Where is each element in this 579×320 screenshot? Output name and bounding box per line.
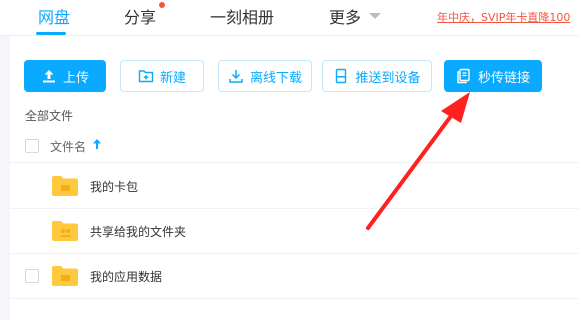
notification-dot (159, 2, 165, 8)
push-to-device-button[interactable]: 推送到设备 (322, 60, 432, 92)
promo-link[interactable]: 年中庆，SVIP年卡直降100 (437, 9, 570, 25)
card-folder-icon (52, 176, 78, 196)
upload-button[interactable]: 上传 (24, 60, 106, 92)
left-panel-edge (0, 36, 10, 320)
tab-moments-album[interactable]: 一刻相册 (210, 4, 274, 28)
tab-more[interactable]: 更多 (329, 4, 361, 28)
instant-link-button[interactable]: 秒传链接 (444, 60, 542, 92)
file-name[interactable]: 我的卡包 (90, 178, 138, 195)
active-tab-indicator (36, 32, 66, 35)
table-row[interactable]: 我的应用数据 (10, 254, 579, 299)
upload-icon (42, 70, 55, 83)
select-all-checkbox[interactable] (25, 139, 39, 153)
device-icon (336, 68, 347, 84)
row-checkbox[interactable] (25, 269, 39, 283)
table-row[interactable]: 共享给我的文件夹 (10, 209, 579, 254)
top-nav: 网盘 分享 一刻相册 更多 年中庆，SVIP年卡直降100 (0, 0, 579, 36)
instant-link-label: 秒传链接 (477, 70, 530, 86)
upload-label: 上传 (62, 70, 89, 86)
download-icon (229, 70, 243, 83)
file-name[interactable]: 我的应用数据 (90, 268, 162, 285)
breadcrumb[interactable]: 全部文件 (25, 107, 73, 124)
offline-download-button[interactable]: 离线下载 (218, 60, 312, 92)
tab-share[interactable]: 分享 (124, 4, 156, 28)
file-name[interactable]: 共享给我的文件夹 (90, 223, 186, 240)
chevron-down-icon[interactable] (369, 13, 381, 19)
table-header: 文件名 (10, 128, 579, 163)
new-folder-icon (138, 70, 154, 83)
column-name-header[interactable]: 文件名 (50, 138, 86, 155)
netdisk-page: 网盘 分享 一刻相册 更多 年中庆，SVIP年卡直降100 上传 新建 离线下载 (0, 0, 579, 320)
app-folder-icon (52, 266, 78, 286)
push-to-device-label: 推送到设备 (355, 70, 421, 86)
tab-netdisk[interactable]: 网盘 (38, 4, 70, 28)
new-folder-button[interactable]: 新建 (120, 60, 204, 92)
copy-link-icon (457, 68, 470, 84)
offline-download-label: 离线下载 (249, 70, 302, 86)
sort-ascending-icon[interactable] (92, 138, 102, 150)
table-row[interactable]: 我的卡包 (10, 164, 579, 209)
new-folder-label: 新建 (159, 70, 186, 86)
shared-folder-icon (52, 221, 78, 241)
